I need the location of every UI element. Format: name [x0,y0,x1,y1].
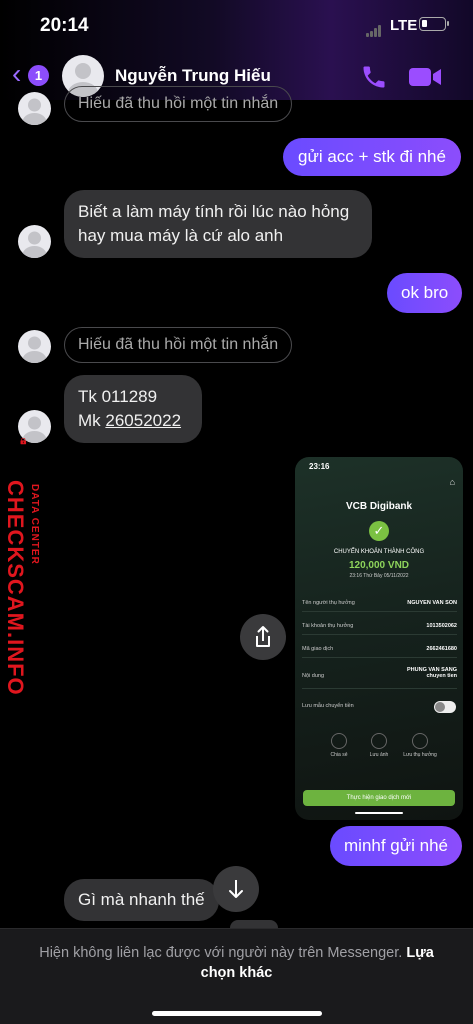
phone-icon[interactable] [360,63,388,91]
avatar [18,330,51,363]
bank-brand: VCB Digibank [345,501,413,512]
detail-key: Nội dung [302,673,325,679]
status-time: 20:14 [40,15,89,36]
share-icon [331,733,347,749]
save-payee-action: Lưu thụ hưởng [398,733,442,758]
attachment-home-indicator [355,812,403,814]
arrow-down-icon [229,880,243,898]
unavailable-footer: Hiện không liên lạc được với người này t… [0,928,473,1024]
outgoing-message[interactable]: gửi acc + stk đi nhé [283,138,461,176]
avatar [18,225,51,258]
status-bar: 20:14 LTE [0,0,473,50]
unavailable-message: Hiện không liên lạc được với người này t… [20,943,453,983]
video-call-icon[interactable] [408,66,442,88]
message-line: Mk 26052022 [78,409,188,433]
watermark-subtext: DATA CENTER [29,484,40,565]
avatar [18,92,51,125]
save-template-toggle [434,701,456,713]
battery-icon [419,17,446,31]
save-image-action: Lưu ảnh [357,733,401,758]
back-icon[interactable]: ‹ [12,60,21,88]
transfer-title: CHUYỂN KHOẢN THÀNH CÔNG [333,549,425,555]
action-label: Lưu thụ hưởng [403,752,437,758]
incoming-message[interactable]: Gì mà nhanh thế [64,879,219,921]
image-attachment[interactable]: 23:16 ⌂ VCB Digibank ✓ CHUYỂN KHOẢN THÀN… [295,457,463,820]
share-icon [256,626,270,647]
action-label: Lưu ảnh [369,752,389,758]
incoming-message[interactable]: Tk 011289 Mk 26052022 [64,375,202,443]
share-button[interactable] [240,614,286,660]
attachment-time: 23:16 [309,462,330,471]
outgoing-message[interactable]: ok bro [387,273,463,313]
scroll-down-button[interactable] [213,866,259,912]
number-link[interactable]: 26052022 [105,411,181,430]
detail-key: Mã giao dịch [302,646,334,652]
new-transaction-button: Thực hiện giao dịch mới [303,790,455,806]
incoming-message[interactable]: Biết a làm máy tính rồi lúc nào hỏng hay… [64,190,372,258]
detail-value: 1013502062 [426,623,457,629]
detail-value: PHUNG VAN SANG chuyen tien [406,667,457,679]
message-text: Mk [78,411,106,430]
signal-icon [366,19,382,37]
lock-icon [20,438,27,445]
home-indicator[interactable] [152,1011,322,1016]
success-check-icon: ✓ [369,521,389,541]
person-icon [412,733,428,749]
transfer-date: 23:16 Thứ Bảy 05/11/2022 [349,573,409,579]
message-line: Tk 011289 [78,387,158,406]
share-action: Chia sẻ [317,733,361,758]
detail-row: Tên người thụ hưởng NGUYEN VAN SON [302,594,457,612]
unsent-notice: Hiếu đã thu hồi một tin nhắn [64,327,293,363]
network-label: LTE [390,17,418,34]
transfer-amount: 120,000 VND [348,560,410,571]
contact-name[interactable]: Nguyễn Trung Hiếu [115,66,271,86]
save-template-label: Lưu mẫu chuyển tiền [302,703,354,709]
detail-key: Tên người thụ hưởng [302,600,355,606]
detail-value: NGUYEN VAN SON [407,600,457,606]
detail-value: 2662461680 [426,646,457,652]
detail-row: Mã giao dịch 2662461680 [302,640,457,658]
footer-text: Hiện không liên lạc được với người này t… [39,945,407,961]
battery-tip [447,21,449,26]
outgoing-message[interactable]: minhf gửi nhé [330,826,462,866]
unread-badge[interactable]: 1 [28,65,49,86]
detail-row: Nội dung PHUNG VAN SANG chuyen tien [302,663,457,689]
camera-icon [371,733,387,749]
detail-row: Tài khoản thụ hưởng 1013502062 [302,617,457,635]
detail-key: Tài khoản thụ hưởng [302,623,354,629]
watermark-text: CHECKSCAM.INFO [3,480,28,696]
unsent-notice: Hiếu đã thu hồi một tin nhắn [64,86,293,122]
action-label: Chia sẻ [330,752,348,758]
home-icon: ⌂ [449,477,455,487]
